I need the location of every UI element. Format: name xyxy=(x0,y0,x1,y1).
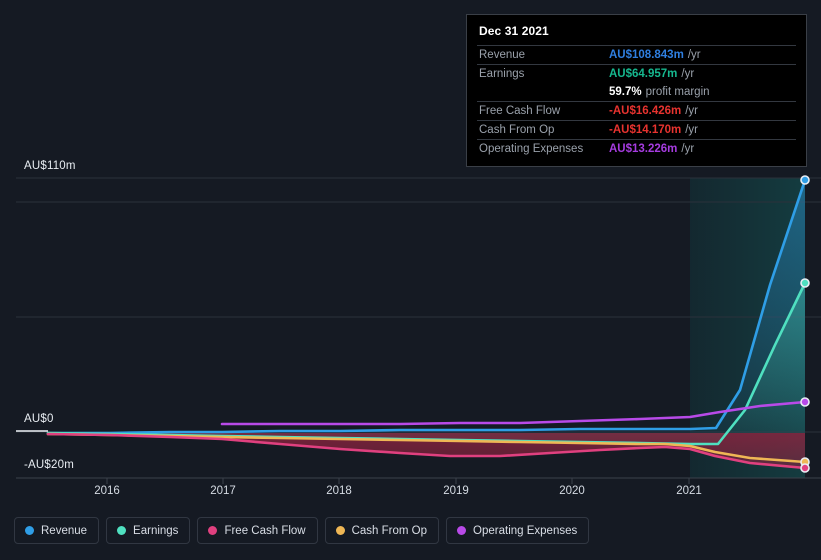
legend-dot-free-cash-flow-icon xyxy=(208,526,218,535)
legend-item-free-cash-flow[interactable]: Free Cash Flow xyxy=(197,517,318,544)
legend-label-operating-expenses: Operating Expenses xyxy=(473,524,578,537)
x-axis-tick-2021: 2021 xyxy=(676,485,702,497)
x-axis xyxy=(16,477,821,484)
tooltip-key-revenue: Revenue xyxy=(479,49,526,61)
y-axis-label-top: AU$110m xyxy=(24,160,76,172)
data-point-tooltip: Dec 31 2021 Revenue AU$108.843m /yr Earn… xyxy=(466,14,807,167)
tooltip-row-free-cash-flow: Free Cash Flow -AU$16.426m /yr xyxy=(477,101,796,120)
legend-item-cash-from-op[interactable]: Cash From Op xyxy=(324,517,440,544)
endpoint-operating-expenses xyxy=(800,397,810,407)
x-axis-tick-2018: 2018 xyxy=(326,485,352,497)
tooltip-unit-cash-from-op: /yr xyxy=(685,124,699,136)
legend-dot-revenue-icon xyxy=(25,526,34,535)
x-axis-tick-2019: 2019 xyxy=(443,485,469,497)
tooltip-title: Dec 31 2021 xyxy=(479,24,549,38)
tooltip-unit-operating-expenses: /yr xyxy=(681,143,695,155)
legend-label-free-cash-flow: Free Cash Flow xyxy=(224,524,306,537)
tooltip-value-operating-expenses: AU$13.226m xyxy=(609,143,678,155)
legend-label-revenue: Revenue xyxy=(41,524,88,537)
legend-label-cash-from-op: Cash From Op xyxy=(351,524,428,537)
endpoint-free-cash-flow xyxy=(800,463,810,473)
y-axis-label-bottom: -AU$20m xyxy=(24,459,74,471)
tooltip-unit-revenue: /yr xyxy=(687,49,701,61)
financial-performance-chart: AU$110m AU$0 -AU$20m 2016 2017 2018 2019… xyxy=(0,0,821,560)
tooltip-value-revenue: AU$108.843m xyxy=(609,49,684,61)
tooltip-unit-profit-margin: profit margin xyxy=(645,86,710,98)
x-axis-tick-2017: 2017 xyxy=(210,485,236,497)
x-axis-tick-2016: 2016 xyxy=(94,485,120,497)
tooltip-value-profit-margin: 59.7% xyxy=(609,86,642,98)
tooltip-row-operating-expenses: Operating Expenses AU$13.226m /yr xyxy=(477,139,796,158)
tooltip-row-cash-from-op: Cash From Op -AU$14.170m /yr xyxy=(477,120,796,139)
legend-dot-earnings-icon xyxy=(117,526,127,535)
legend-item-revenue[interactable]: Revenue xyxy=(14,517,100,544)
chart-legend: Revenue Earnings Free Cash Flow Cash Fro… xyxy=(14,517,590,544)
tooltip-row-profit-margin: 59.7% profit margin xyxy=(477,83,796,101)
tooltip-row-earnings: Earnings AU$64.957m /yr xyxy=(477,64,796,83)
legend-item-earnings[interactable]: Earnings xyxy=(106,517,191,544)
endpoint-revenue xyxy=(800,175,810,185)
legend-label-earnings: Earnings xyxy=(133,524,179,537)
tooltip-key-operating-expenses: Operating Expenses xyxy=(479,143,584,155)
tooltip-unit-free-cash-flow: /yr xyxy=(685,105,699,117)
tooltip-row-revenue: Revenue AU$108.843m /yr xyxy=(477,45,796,64)
tooltip-value-earnings: AU$64.957m xyxy=(609,68,678,80)
legend-item-operating-expenses[interactable]: Operating Expenses xyxy=(446,517,590,544)
tooltip-key-free-cash-flow: Free Cash Flow xyxy=(479,105,561,117)
tooltip-key-earnings: Earnings xyxy=(479,68,525,80)
tooltip-key-cash-from-op: Cash From Op xyxy=(479,124,555,136)
tooltip-value-cash-from-op: -AU$14.170m xyxy=(609,124,682,136)
x-axis-tick-2020: 2020 xyxy=(559,485,585,497)
endpoint-earnings xyxy=(800,278,810,288)
legend-dot-operating-expenses-icon xyxy=(457,526,467,535)
tooltip-value-free-cash-flow: -AU$16.426m xyxy=(609,105,682,117)
y-axis-label-zero: AU$0 xyxy=(24,413,54,425)
legend-dot-cash-from-op-icon xyxy=(335,526,345,535)
tooltip-unit-earnings: /yr xyxy=(681,68,695,80)
